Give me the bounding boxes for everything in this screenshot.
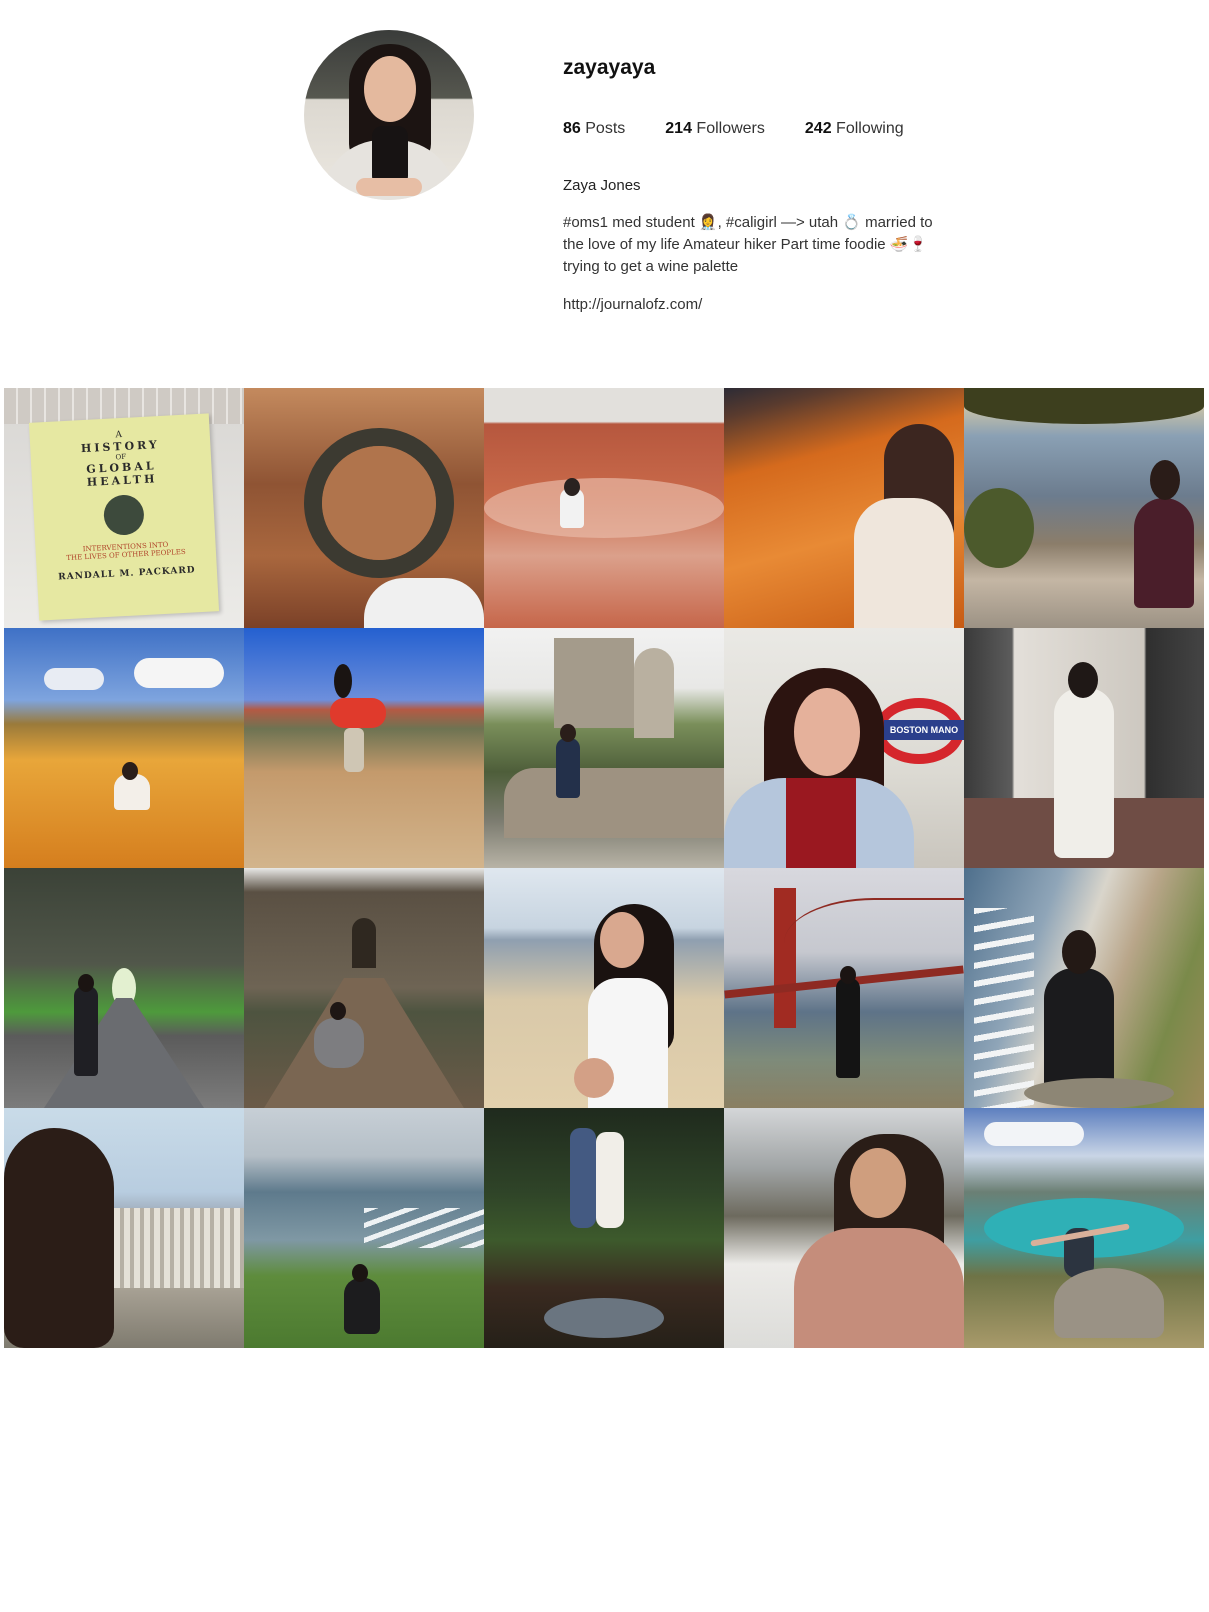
rock (1054, 1268, 1164, 1338)
person-head (330, 1002, 346, 1020)
castle-tower (634, 648, 674, 738)
post-thumbnail[interactable] (484, 1108, 724, 1348)
person-sweater (786, 778, 856, 868)
profile-username: zayayaya (563, 56, 656, 79)
castle-gate (352, 918, 376, 968)
station-sign-bar: BOSTON MANO (884, 720, 964, 740)
bio-line: trying to get a wine palette (563, 258, 739, 275)
tree-canopy (964, 388, 1204, 424)
avatar-hands (356, 178, 422, 196)
post-thumbnail[interactable] (4, 1108, 244, 1348)
post-thumbnail[interactable] (724, 388, 964, 628)
person-face (850, 1148, 906, 1218)
following-count-value: 242 (804, 120, 832, 137)
following-count-label: Following (836, 120, 904, 137)
cloud (984, 1122, 1084, 1146)
person (570, 1128, 596, 1228)
person-head (1062, 930, 1096, 974)
profile-avatar[interactable] (304, 30, 474, 200)
jacket-shoulder (364, 578, 484, 628)
post-thumbnail[interactable] (244, 388, 484, 628)
post-thumbnail[interactable] (724, 1108, 964, 1348)
person (1054, 688, 1114, 858)
person-hair (4, 1128, 114, 1348)
road (44, 998, 204, 1108)
post-thumbnail[interactable] (244, 628, 484, 868)
posts-count-value: 86 (563, 120, 581, 137)
person (344, 1278, 380, 1334)
profile-bio: #oms1 med student 👩‍⚕️, #caligirl —> uta… (563, 212, 983, 278)
post-thumbnail[interactable] (724, 868, 964, 1108)
person-head (560, 724, 576, 742)
bio-line: the love of my life Amateur hiker Part t… (563, 236, 928, 253)
person-head (334, 664, 352, 698)
city (94, 1208, 244, 1288)
post-thumbnail[interactable] (964, 868, 1204, 1108)
posts-count-label: Posts (585, 120, 626, 137)
profile-header: zayayaya 86 Posts 214 Followers 242 Foll… (0, 0, 1209, 380)
posts-count[interactable]: 86 Posts (563, 120, 625, 138)
post-thumbnail[interactable] (4, 868, 244, 1108)
person-jacket (794, 1228, 964, 1348)
post-thumbnail[interactable] (484, 388, 724, 628)
person-face (600, 912, 644, 968)
person-head (78, 974, 94, 992)
person-head (1150, 460, 1180, 500)
person-head (352, 1264, 368, 1282)
person-legs (344, 728, 364, 772)
surf (364, 1208, 484, 1248)
bush (964, 488, 1034, 568)
post-thumbnail[interactable]: A HISTORY OF GLOBAL HEALTH INTERVENTIONS… (4, 388, 244, 628)
person (1134, 498, 1194, 608)
profile-website-link[interactable]: http://journalofz.com/ (563, 296, 702, 313)
person-head (840, 966, 856, 984)
profile-full-name: Zaya Jones (563, 177, 641, 194)
person-face (794, 688, 860, 776)
posts-grid: A HISTORY OF GLOBAL HEALTH INTERVENTIONS… (4, 388, 1205, 1348)
surf (974, 908, 1034, 1108)
bio-line: #oms1 med student 👩‍⚕️, #caligirl —> uta… (563, 214, 933, 231)
book-author: RANDALL M. PACKARD (58, 565, 196, 583)
post-thumbnail[interactable] (964, 628, 1204, 868)
canyon-rock (322, 446, 436, 560)
book-globe (102, 493, 145, 537)
post-thumbnail[interactable] (4, 628, 244, 868)
person (836, 978, 860, 1078)
profile-stats: 86 Posts 214 Followers 242 Following (563, 120, 944, 138)
followers-count-value: 214 (665, 120, 692, 137)
post-thumbnail[interactable]: BOSTON MANO (724, 628, 964, 868)
person-head (1068, 662, 1098, 698)
post-thumbnail[interactable] (484, 868, 724, 1108)
person (556, 738, 580, 798)
avatar-scarf (372, 126, 408, 186)
post-thumbnail[interactable] (484, 628, 724, 868)
bridge-cable (784, 898, 964, 988)
book-cover: A HISTORY OF GLOBAL HEALTH INTERVENTIONS… (28, 413, 220, 621)
bridge (264, 978, 464, 1108)
puddle (544, 1298, 664, 1338)
person (74, 986, 98, 1076)
rock-wave (484, 478, 724, 538)
person-jacket (854, 498, 954, 628)
post-thumbnail[interactable] (244, 1108, 484, 1348)
castle (554, 638, 634, 728)
post-thumbnail[interactable] (964, 388, 1204, 628)
post-thumbnail[interactable] (964, 1108, 1204, 1348)
rock (1024, 1078, 1174, 1108)
followers-count[interactable]: 214 Followers (665, 120, 765, 138)
person (596, 1132, 624, 1228)
person-head (564, 478, 580, 496)
following-count[interactable]: 242 Following (805, 120, 904, 138)
post-thumbnail[interactable] (244, 868, 484, 1108)
cloud (44, 668, 104, 690)
stone-wall (504, 768, 724, 838)
cloud (134, 658, 224, 688)
avatar-face (364, 56, 416, 122)
person (314, 1018, 364, 1068)
person-head (122, 762, 138, 780)
reaching-hand (574, 1058, 614, 1098)
person (330, 698, 386, 728)
followers-count-label: Followers (696, 120, 765, 137)
